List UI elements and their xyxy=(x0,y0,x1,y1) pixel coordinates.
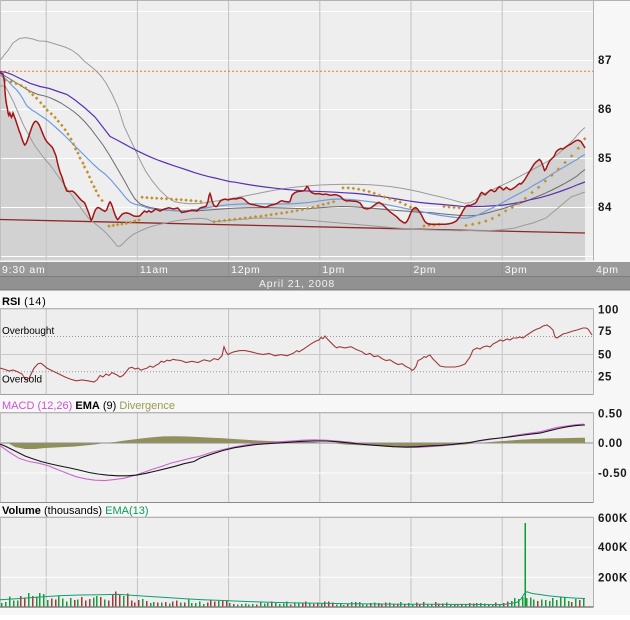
svg-text:25: 25 xyxy=(598,372,612,384)
svg-text:Oversold: Oversold xyxy=(2,375,42,386)
svg-text:Overbought: Overbought xyxy=(2,326,54,337)
svg-text:84: 84 xyxy=(598,202,612,214)
svg-text:3pm: 3pm xyxy=(505,264,528,276)
svg-text:0.50: 0.50 xyxy=(598,408,623,420)
svg-text:85: 85 xyxy=(598,153,612,165)
svg-text:4pm: 4pm xyxy=(596,264,619,276)
svg-text:Volume (thousands) EMA(13): Volume (thousands) EMA(13) xyxy=(2,505,149,517)
svg-text:12pm: 12pm xyxy=(231,264,260,276)
svg-text:50: 50 xyxy=(598,350,612,362)
svg-text:RSI (14): RSI (14) xyxy=(2,296,46,308)
svg-text:9:30 am: 9:30 am xyxy=(2,264,46,276)
svg-text:87: 87 xyxy=(598,55,612,67)
svg-text:11am: 11am xyxy=(140,264,169,276)
svg-text:200K: 200K xyxy=(598,572,628,584)
svg-text:100: 100 xyxy=(598,305,619,317)
svg-text:MACD (12,26) EMA (9) Divergenc: MACD (12,26) EMA (9) Divergence xyxy=(2,400,175,412)
svg-text:-0.50: -0.50 xyxy=(598,468,627,480)
svg-text:1pm: 1pm xyxy=(322,264,345,276)
svg-text:75: 75 xyxy=(598,326,612,338)
svg-text:86: 86 xyxy=(598,104,612,116)
svg-text:2pm: 2pm xyxy=(414,264,437,276)
svg-text:600K: 600K xyxy=(598,513,628,525)
svg-text:April 21, 2008: April 21, 2008 xyxy=(259,278,335,290)
svg-text:0.00: 0.00 xyxy=(598,438,623,450)
svg-text:400K: 400K xyxy=(598,542,628,554)
